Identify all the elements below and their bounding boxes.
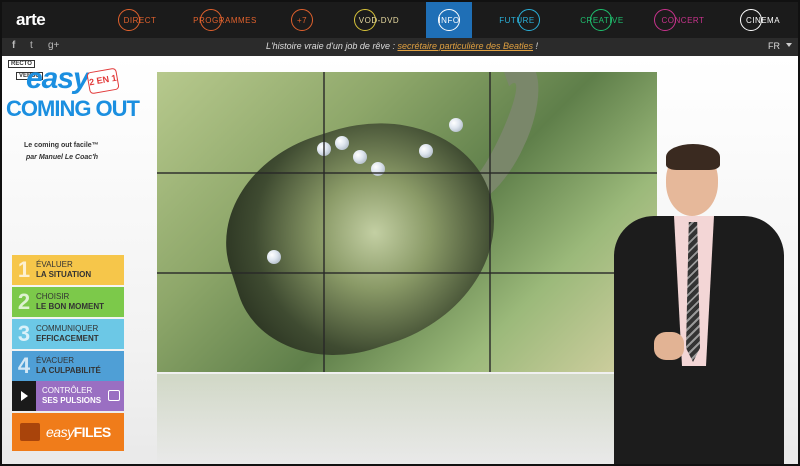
share-icon[interactable] xyxy=(108,390,120,401)
tagline-text: L'histoire vraie d'un job de rêve : xyxy=(265,41,398,51)
nav-creative-label: CREATIVE xyxy=(580,15,624,25)
nav-concert[interactable]: CONCERT xyxy=(648,2,718,38)
box-icon xyxy=(20,423,40,441)
nav-info[interactable]: INFO xyxy=(426,2,472,38)
step-choisir[interactable]: 2 CHOISIR LE BON MOMENT xyxy=(12,287,124,317)
step-number: 3 xyxy=(17,321,31,346)
water-drop xyxy=(419,144,433,158)
nav-future[interactable]: FUTURE xyxy=(482,2,552,38)
water-drop xyxy=(353,150,367,164)
step-label: CONTRÔLER SES PULSIONS xyxy=(42,386,102,405)
nav-programmes[interactable]: PROGRAMMES xyxy=(180,2,270,38)
screen-divider xyxy=(157,172,657,174)
step-evacuer[interactable]: 4 ÉVACUER LA CULPABILITÉ xyxy=(12,351,124,381)
logo-subtitle: Le coming out facile™ xyxy=(24,142,99,149)
step-controler[interactable]: CONTRÔLER SES PULSIONS xyxy=(12,381,124,411)
step-label: ÉVACUER LA CULPABILITÉ xyxy=(36,356,101,375)
floor-reflection xyxy=(157,374,657,464)
nav-vod-dvd[interactable]: VOD-DVD xyxy=(334,2,424,38)
nav-plus7-label: +7 xyxy=(296,15,308,25)
nav-direct[interactable]: DIRECT xyxy=(100,2,180,38)
step-label: COMMUNIQUER EFFICACEMENT xyxy=(36,324,99,343)
play-icon[interactable] xyxy=(12,381,36,411)
step-communiquer[interactable]: 3 COMMUNIQUER EFFICACEMENT xyxy=(12,319,124,349)
nav-direct-label: DIRECT xyxy=(123,15,157,25)
water-drop xyxy=(335,136,349,150)
arte-logo[interactable]: arte xyxy=(16,10,46,30)
screen-divider xyxy=(323,72,325,372)
nav-programmes-label: PROGRAMMES xyxy=(193,15,257,25)
easyfiles-button[interactable]: easyFILES xyxy=(12,413,124,451)
nav-plus7[interactable]: +7 xyxy=(270,2,334,38)
easyfiles-label: easyFILES xyxy=(46,424,111,440)
two-in-one-badge: 2 EN 1 xyxy=(86,67,120,95)
nav-cinema[interactable]: CINEMA xyxy=(728,2,798,38)
step-number: 1 xyxy=(17,257,31,282)
tagline-link[interactable]: secrétaire particulière des Beatles xyxy=(397,41,533,51)
video-wall[interactable] xyxy=(157,72,657,372)
presenter-hand xyxy=(654,332,684,360)
top-navigation: arte DIRECT PROGRAMMES +7 VOD-DVD INFO F… xyxy=(2,2,798,38)
logo-author: par Manuel Le Coac'h xyxy=(26,154,99,161)
logo-easy[interactable]: easy xyxy=(26,62,90,96)
chevron-down-icon[interactable] xyxy=(786,43,792,47)
nav-vod-label: VOD-DVD xyxy=(358,15,400,25)
step-evaluer[interactable]: 1 ÉVALUER LA SITUATION xyxy=(12,255,124,285)
logo-coming-out[interactable]: COMING OUT xyxy=(6,96,140,122)
tagline-end: ! xyxy=(533,41,539,51)
water-drop xyxy=(267,250,281,264)
screen-divider xyxy=(157,272,657,274)
step-number: 4 xyxy=(17,353,31,378)
step-label: ÉVALUER LA SITUATION xyxy=(36,260,92,279)
presenter-hair xyxy=(666,144,720,170)
screen-divider xyxy=(489,72,491,372)
nav-concert-label: CONCERT xyxy=(661,15,705,25)
tagline: L'histoire vraie d'un job de rêve : secr… xyxy=(2,41,798,51)
step-label: CHOISIR LE BON MOMENT xyxy=(36,292,104,311)
left-panel: RECTO VERSO easy COMING OUT 2 EN 1 Le co… xyxy=(2,56,157,464)
info-bar: f t g+ L'histoire vraie d'un job de rêve… xyxy=(2,38,798,56)
nav-future-label: FUTURE xyxy=(499,15,535,25)
nav-info-label: INFO xyxy=(438,15,460,25)
page: arte DIRECT PROGRAMMES +7 VOD-DVD INFO F… xyxy=(0,0,800,466)
nav-cinema-label: CINEMA xyxy=(745,15,781,25)
presenter xyxy=(614,142,792,464)
water-drop xyxy=(449,118,463,132)
step-number: 2 xyxy=(17,289,31,314)
language-selector[interactable]: FR xyxy=(768,41,780,51)
nav-creative[interactable]: CREATIVE xyxy=(562,2,642,38)
